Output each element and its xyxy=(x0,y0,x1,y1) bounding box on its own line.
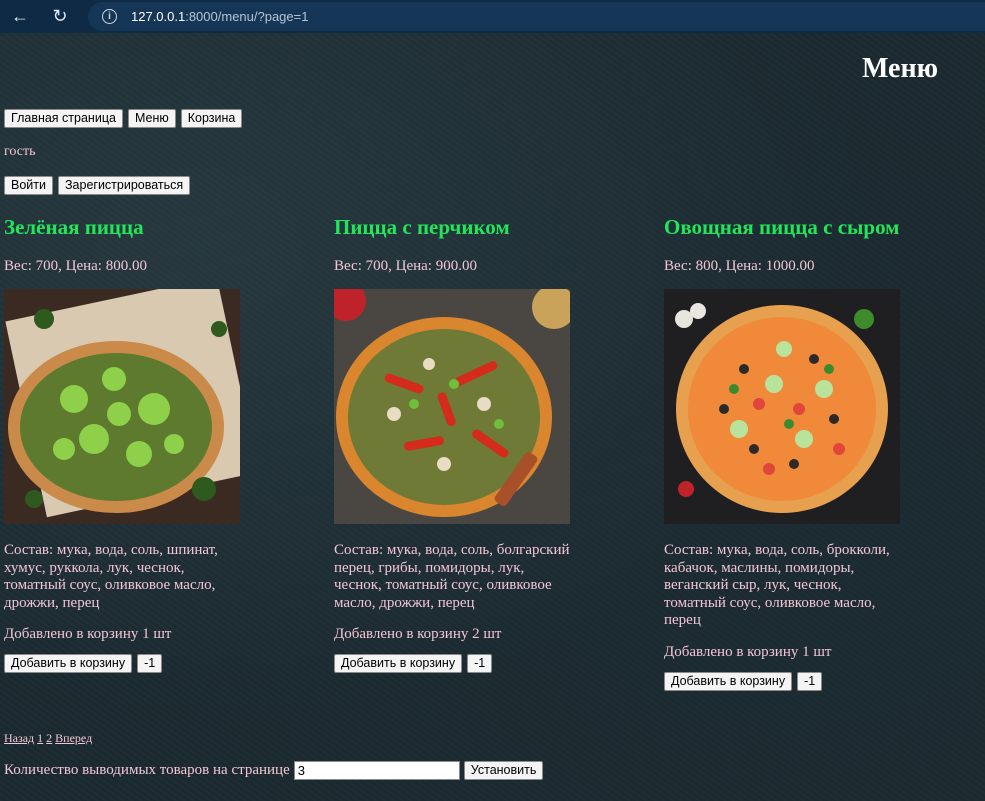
page-title: Меню xyxy=(861,53,938,84)
product-composition: Состав: мука, вода, соль, брокколи, каба… xyxy=(664,542,890,628)
per-page-label: Количество выводимых товаров на странице xyxy=(4,762,290,778)
next-page-link[interactable]: Вперед xyxy=(55,731,92,745)
product-title: Зелёная пицца xyxy=(4,215,144,239)
url-host: 127.0.0.1 xyxy=(131,9,186,24)
register-button[interactable]: Зарегистрироваться xyxy=(57,176,191,195)
reload-icon[interactable]: ↻ xyxy=(50,6,70,27)
info-icon[interactable]: i xyxy=(102,9,117,24)
prev-page-link[interactable]: Назад xyxy=(4,731,34,745)
address-bar[interactable]: i 127.0.0.1:8000/menu/?page=1 xyxy=(88,2,985,31)
user-name: гость xyxy=(4,144,36,159)
product-meta: Вес: 700, Цена: 900.00 xyxy=(334,258,477,274)
product-image xyxy=(4,289,240,524)
add-to-cart-button[interactable]: Добавить в корзину xyxy=(334,654,463,673)
page-2-link[interactable]: 2 xyxy=(46,731,52,745)
product-card: Пицца с перчиком Вес: 700, Цена: 900.00 xyxy=(334,214,574,673)
product-cart-count: Добавлено в корзину 1 шт xyxy=(4,626,172,642)
add-to-cart-button[interactable]: Добавить в корзину xyxy=(4,654,133,673)
cart-button[interactable]: Корзина xyxy=(180,109,243,128)
product-card: Овощная пицца с сыром Вес: 800, Цена: 10… xyxy=(664,214,904,691)
home-button[interactable]: Главная страница xyxy=(4,109,123,128)
login-button[interactable]: Войти xyxy=(4,176,53,195)
per-page-form: Количество выводимых товаров на странице… xyxy=(4,761,544,780)
browser-toolbar: ← ↻ i 127.0.0.1:8000/menu/?page=1 xyxy=(0,0,985,33)
remove-one-button[interactable]: -1 xyxy=(467,654,493,673)
product-meta: Вес: 800, Цена: 1000.00 xyxy=(664,258,815,274)
product-title: Овощная пицца с сыром xyxy=(664,215,900,239)
url-path: :8000/menu/?page=1 xyxy=(185,9,309,24)
pagination: Назад 1 2 Вперед xyxy=(4,731,92,746)
remove-one-button[interactable]: -1 xyxy=(137,654,163,673)
product-meta: Вес: 700, Цена: 800.00 xyxy=(4,258,147,274)
auth-nav: Войти Зарегистрироваться xyxy=(4,176,191,195)
product-cart-count: Добавлено в корзину 2 шт xyxy=(334,626,502,642)
product-card: Зелёная пицца Вес: 700, Цена: 800.00 Сос… xyxy=(4,214,244,673)
product-composition: Состав: мука, вода, соль, шпинат, хумус,… xyxy=(4,542,218,611)
menu-button[interactable]: Меню xyxy=(127,109,176,128)
product-image xyxy=(334,289,570,524)
product-cart-count: Добавлено в корзину 1 шт xyxy=(664,643,832,660)
page-1-link[interactable]: 1 xyxy=(37,731,43,745)
remove-one-button[interactable]: -1 xyxy=(797,671,823,691)
per-page-input[interactable] xyxy=(293,761,460,780)
product-image xyxy=(664,289,900,524)
product-title: Пицца с перчиком xyxy=(334,215,510,239)
main-nav: Главная страница Меню Корзина xyxy=(4,109,243,128)
set-per-page-button[interactable]: Установить xyxy=(463,761,544,780)
add-to-cart-button[interactable]: Добавить в корзину xyxy=(664,671,793,691)
product-composition: Состав: мука, вода, соль, болгарский пер… xyxy=(334,542,570,611)
back-icon[interactable]: ← xyxy=(10,6,30,27)
